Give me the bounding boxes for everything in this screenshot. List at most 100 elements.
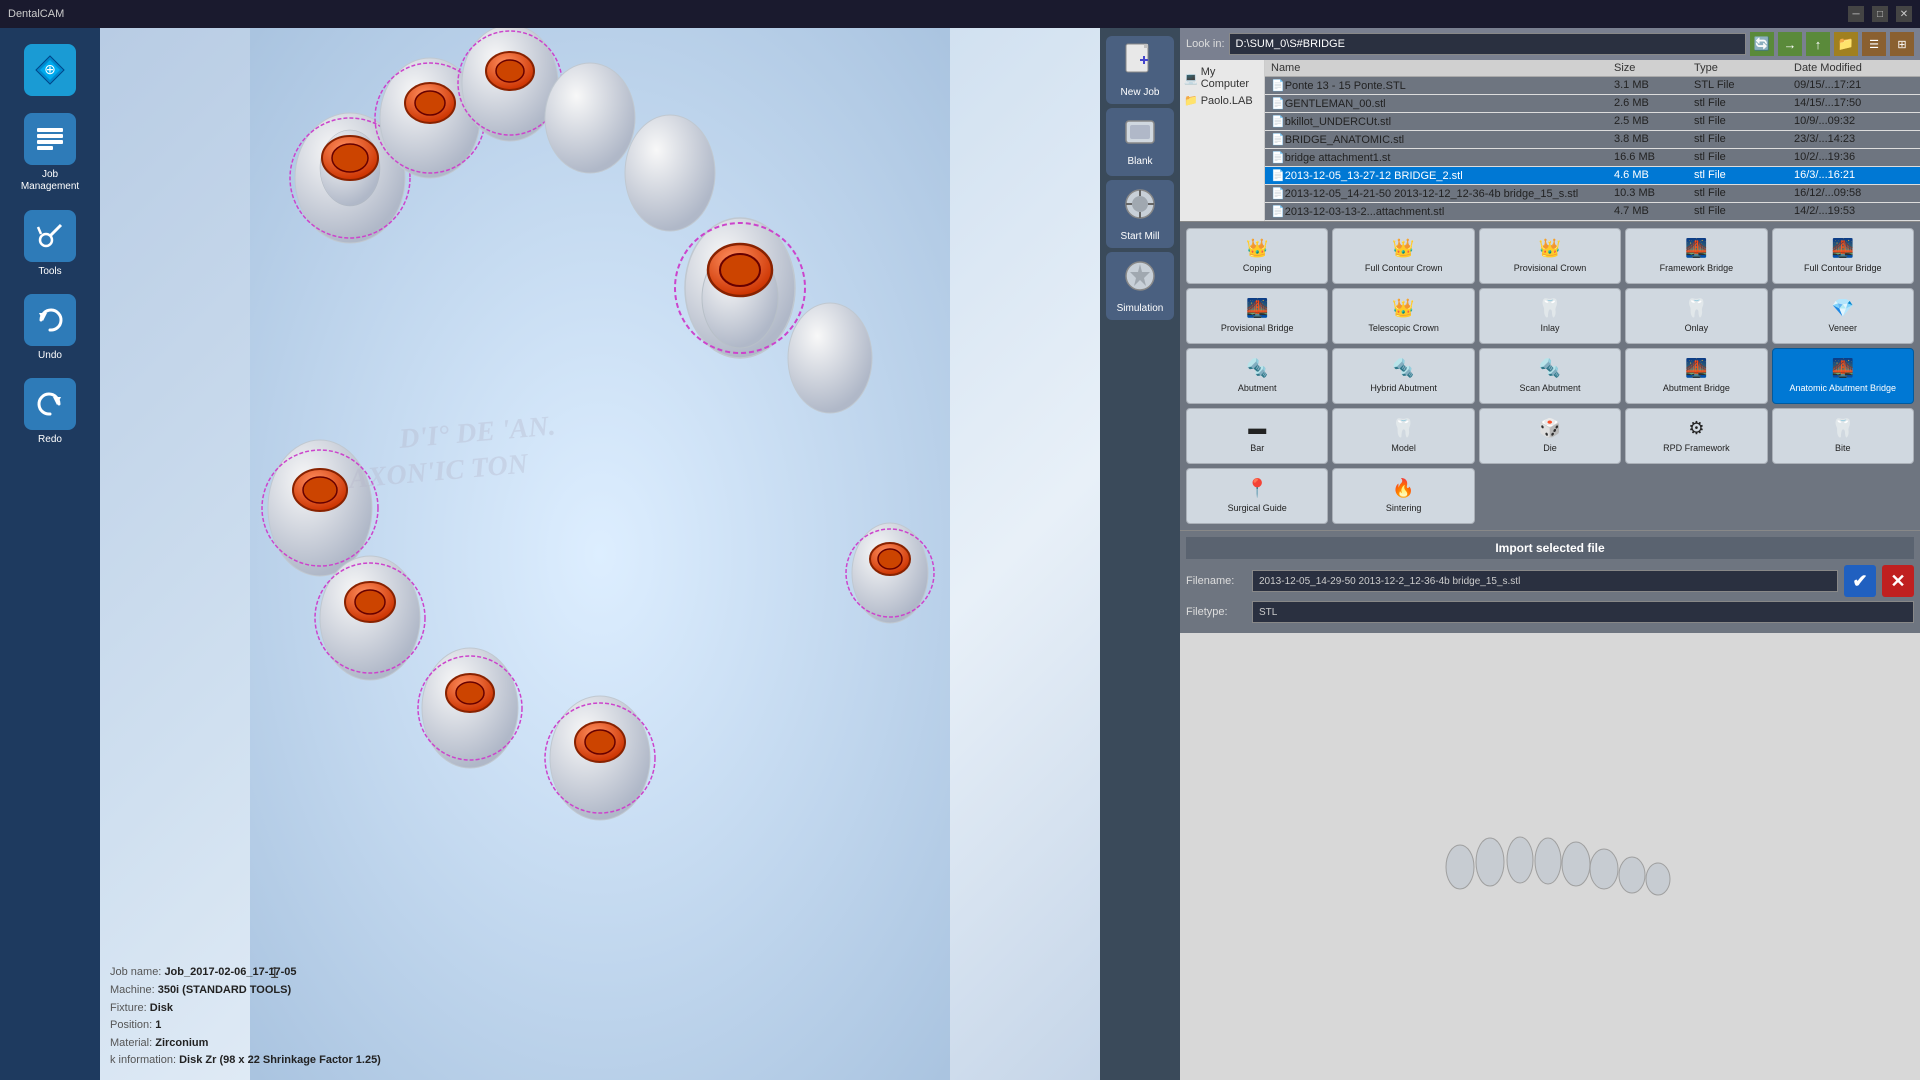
tools-label: Tools xyxy=(38,266,61,277)
simulation-button[interactable]: Simulation xyxy=(1106,252,1174,320)
file-item[interactable]: 📄Ponte 13 - 15 Ponte.STL 3.1 MB STL File… xyxy=(1265,77,1920,95)
thumbnail-view-button[interactable]: ⊞ xyxy=(1890,32,1914,56)
file-item[interactable]: 📄2013-12-05_13-27-12 BRIDGE_2.stl 4.6 MB… xyxy=(1265,167,1920,185)
start-mill-icon xyxy=(1122,186,1158,228)
type-selection-grid: 👑Coping👑Full Contour Crown👑Provisional C… xyxy=(1180,222,1920,530)
new-job-button[interactable]: New Job xyxy=(1106,36,1174,104)
filename-input[interactable] xyxy=(1252,570,1838,592)
undo-label: Undo xyxy=(38,350,62,361)
file-list-body: Name Size Type Date Modified 📄Ponte 13 -… xyxy=(1265,60,1920,221)
col-size: Size xyxy=(1614,62,1694,74)
type-btn-bite[interactable]: 🦷Bite xyxy=(1772,408,1914,464)
sidebar-item-navigation[interactable]: ⊕ xyxy=(10,38,90,102)
file-item[interactable]: 📄bkillot_UNDERCUt.stl 2.5 MB stl File 10… xyxy=(1265,113,1920,131)
file-item[interactable]: 📄2013-12-03-13-2...attachment.stl 4.7 MB… xyxy=(1265,203,1920,221)
position-label: Position: xyxy=(110,1019,152,1031)
tree-item-label-2: Paolo.LAB xyxy=(1201,95,1253,107)
type-btn-model[interactable]: 🦷Model xyxy=(1332,408,1474,464)
tree-item-paolo-lab[interactable]: 📁 Paolo.LAB xyxy=(1184,92,1260,109)
type-btn-full-contour-crown[interactable]: 👑Full Contour Crown xyxy=(1332,228,1474,284)
position-value: 1 xyxy=(155,1019,161,1031)
type-btn-full-contour-bridge[interactable]: 🌉Full Contour Bridge xyxy=(1772,228,1914,284)
import-confirm-button[interactable]: ✔ xyxy=(1844,565,1876,597)
start-mill-button[interactable]: Start Mill xyxy=(1106,180,1174,248)
fixture-value: Disk xyxy=(150,1002,173,1014)
file-item[interactable]: 📄BRIDGE_ANATOMIC.stl 3.8 MB stl File 23/… xyxy=(1265,131,1920,149)
filename-label: Filename: xyxy=(1186,575,1246,587)
provisional-bridge-icon: 🌉 xyxy=(1246,298,1268,319)
full-contour-bridge-icon: 🌉 xyxy=(1832,238,1854,259)
job-management-icon xyxy=(24,113,76,165)
type-btn-anatomic-abutment-bridge[interactable]: 🌉Anatomic Abutment Bridge xyxy=(1772,348,1914,404)
forward-button[interactable]: → xyxy=(1778,32,1802,56)
model-icon: 🦷 xyxy=(1392,418,1414,439)
tree-item-my-computer[interactable]: 💻 My Computer xyxy=(1184,64,1260,92)
type-btn-rpd-framework[interactable]: ⚙RPD Framework xyxy=(1625,408,1767,464)
type-btn-abutment[interactable]: 🔩Abutment xyxy=(1186,348,1328,404)
type-btn-hybrid-abutment[interactable]: 🔩Hybrid Abutment xyxy=(1332,348,1474,404)
preview-area xyxy=(1180,633,1920,1080)
up-button[interactable]: ↑ xyxy=(1806,32,1830,56)
type-btn-sintering[interactable]: 🔥Sintering xyxy=(1332,468,1474,524)
type-btn-bar[interactable]: ▬Bar xyxy=(1186,408,1328,464)
title-bar: DentalCAM ─ □ ✕ xyxy=(0,0,1920,28)
tools-icon xyxy=(24,210,76,262)
col-date: Date Modified xyxy=(1794,62,1914,74)
machine-value: 350i (STANDARD TOOLS) xyxy=(158,984,291,996)
provisional-crown-icon: 👑 xyxy=(1539,238,1561,259)
type-btn-framework-bridge[interactable]: 🌉Framework Bridge xyxy=(1625,228,1767,284)
type-btn-telescopic-crown[interactable]: 👑Telescopic Crown xyxy=(1332,288,1474,344)
file-item[interactable]: 📄bridge attachment1.st 16.6 MB stl File … xyxy=(1265,149,1920,167)
file-item[interactable]: 📄2013-12-05_14-21-50 2013-12-12_12-36-4b… xyxy=(1265,185,1920,203)
sidebar-item-undo[interactable]: Undo xyxy=(10,288,90,367)
file-list-header: Name Size Type Date Modified xyxy=(1265,60,1920,77)
col-type: Type xyxy=(1694,62,1794,74)
type-btn-coping[interactable]: 👑Coping xyxy=(1186,228,1328,284)
type-btn-surgical-guide[interactable]: 📍Surgical Guide xyxy=(1186,468,1328,524)
sidebar-item-redo[interactable]: Redo xyxy=(10,372,90,451)
refresh-button[interactable]: 🔄 xyxy=(1750,32,1774,56)
sidebar-item-tools[interactable]: Tools xyxy=(10,204,90,283)
material-label: Material: xyxy=(110,1037,152,1049)
type-btn-provisional-bridge[interactable]: 🌉Provisional Bridge xyxy=(1186,288,1328,344)
extra-label: k information: xyxy=(110,1054,176,1066)
type-btn-abutment-bridge[interactable]: 🌉Abutment Bridge xyxy=(1625,348,1767,404)
job-info-overlay: Job name: Job_2017-02-06_17-17-05 Machin… xyxy=(110,964,381,1070)
sidebar-item-job-management[interactable]: Job Management xyxy=(10,107,90,199)
app-title: DentalCAM xyxy=(8,8,64,20)
folder-button[interactable]: 📁 xyxy=(1834,32,1858,56)
die-icon: 🎲 xyxy=(1539,418,1561,439)
simulation-label: Simulation xyxy=(1117,303,1164,314)
preview-model xyxy=(1400,797,1700,917)
type-btn-inlay[interactable]: 🦷Inlay xyxy=(1479,288,1621,344)
window-controls: ─ □ ✕ xyxy=(1848,6,1912,22)
minimize-button[interactable]: ─ xyxy=(1848,6,1864,22)
close-button[interactable]: ✕ xyxy=(1896,6,1912,22)
blank-button[interactable]: Blank xyxy=(1106,108,1174,176)
start-mill-label: Start Mill xyxy=(1121,231,1160,242)
job-name-label: Job name: xyxy=(110,966,161,978)
left-sidebar: ⊕ Job Management xyxy=(0,28,100,1080)
details-view-button[interactable]: ☰ xyxy=(1862,32,1886,56)
file-browser-toolbar: Look in: 🔄 → ↑ 📁 ☰ ⊞ xyxy=(1180,28,1920,60)
3d-viewport[interactable]: D'I° DE 'AN. AXON'IC TON 1 Job name: Job… xyxy=(100,28,1100,1080)
file-item[interactable]: 📄GENTLEMAN_00.stl 2.6 MB stl File 14/15/… xyxy=(1265,95,1920,113)
full-contour-crown-icon: 👑 xyxy=(1392,238,1414,259)
type-btn-die[interactable]: 🎲Die xyxy=(1479,408,1621,464)
filename-row: Filename: ✔ ✕ xyxy=(1186,565,1914,597)
file-browser: Look in: 🔄 → ↑ 📁 ☰ ⊞ 💻 My Computer 📁 xyxy=(1180,28,1920,222)
scan-abutment-icon: 🔩 xyxy=(1539,358,1561,379)
path-input[interactable] xyxy=(1229,33,1746,55)
maximize-button[interactable]: □ xyxy=(1872,6,1888,22)
filetype-row: Filetype: xyxy=(1186,601,1914,623)
telescopic-crown-icon: 👑 xyxy=(1392,298,1414,319)
simulation-icon xyxy=(1122,258,1158,300)
type-btn-veneer[interactable]: 💎Veneer xyxy=(1772,288,1914,344)
filetype-input[interactable] xyxy=(1252,601,1914,623)
type-btn-provisional-crown[interactable]: 👑Provisional Crown xyxy=(1479,228,1621,284)
import-cancel-button[interactable]: ✕ xyxy=(1882,565,1914,597)
type-btn-onlay[interactable]: 🦷Onlay xyxy=(1625,288,1767,344)
folder-icon: 📁 xyxy=(1184,94,1198,107)
type-btn-scan-abutment[interactable]: 🔩Scan Abutment xyxy=(1479,348,1621,404)
redo-label: Redo xyxy=(38,434,62,445)
